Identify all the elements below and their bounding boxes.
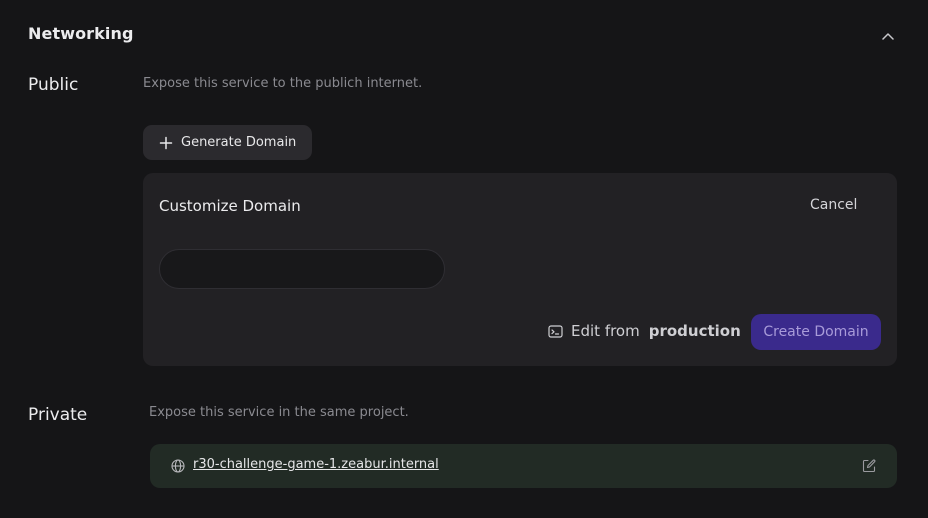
generate-domain-button[interactable]: Generate Domain: [143, 125, 312, 160]
networking-title: Networking: [28, 24, 134, 43]
customize-domain-title: Customize Domain: [159, 197, 301, 215]
private-label: Private: [28, 405, 88, 425]
create-domain-button[interactable]: Create Domain: [751, 314, 881, 350]
edit-from-environment[interactable]: Edit from production: [548, 322, 741, 340]
private-description: Expose this service in the same project.: [149, 405, 409, 420]
environment-name: production: [648, 322, 741, 340]
terminal-icon: [548, 324, 563, 339]
public-description: Expose this service to the publich inter…: [143, 76, 423, 91]
edit-icon[interactable]: [861, 458, 877, 474]
private-domain-row: r30-challenge-game-1.zeabur.internal: [150, 444, 897, 488]
public-label: Public: [28, 75, 79, 95]
plus-icon: [159, 136, 173, 150]
networking-page: Networking Public Expose this service to…: [0, 0, 928, 518]
generate-domain-label: Generate Domain: [181, 135, 297, 150]
cancel-button[interactable]: Cancel: [810, 197, 857, 213]
edit-from-label: Edit from: [571, 322, 640, 340]
customize-domain-panel: Customize Domain Cancel Edit from produc…: [143, 173, 897, 366]
domain-input[interactable]: [159, 249, 445, 289]
private-hostname-link[interactable]: r30-challenge-game-1.zeabur.internal: [193, 457, 439, 472]
globe-icon: [170, 458, 186, 474]
collapse-button[interactable]: [876, 26, 900, 46]
chevron-up-icon: [882, 32, 894, 40]
